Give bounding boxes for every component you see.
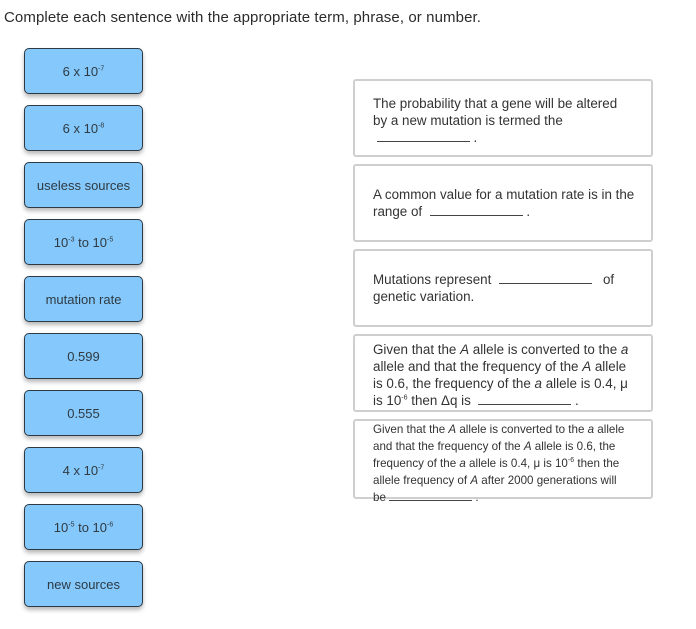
blank-drop-zone[interactable] [389,489,473,501]
tile-label: 4 x 10-7 [62,462,105,478]
sentence-box-4: Given that the A allele is converted to … [353,334,653,412]
answer-bank: 6 x 10-7 6 x 10-8 useless sources 10-3 t… [24,48,143,618]
sentence-text: Given that the A allele is converted to … [373,423,625,504]
answer-tile-new-sources[interactable]: new sources [24,561,143,607]
answer-tile-0-599[interactable]: 0.599 [24,333,143,379]
answer-tile-6x10-7[interactable]: 6 x 10-7 [24,48,143,94]
blank-drop-zone[interactable] [478,393,572,405]
sentence-box-2: A common value for a mutation rate is in… [353,164,653,242]
blank-drop-zone[interactable] [429,204,523,216]
answer-tile-6x10-8[interactable]: 6 x 10-8 [24,105,143,151]
sentence-text: A common value for a mutation rate is in… [373,187,635,219]
tile-label: 6 x 10-8 [62,120,105,136]
answer-tile-0-555[interactable]: 0.555 [24,390,143,436]
sentence-box-1: The probability that a gene will be alte… [353,79,653,157]
blank-drop-zone[interactable] [376,130,470,142]
sentence-text: Given that the A allele is converted to … [373,342,629,408]
tile-label: 0.599 [67,348,100,364]
tile-label: 6 x 10-7 [62,63,105,79]
blank-drop-zone[interactable] [498,272,592,284]
tile-label: 10-3 to 10-5 [53,234,114,250]
tile-label: new sources [47,576,120,592]
sentence-box-3: Mutations represent of genetic variation… [353,249,653,327]
tile-label: 10-5 to 10-6 [53,519,114,535]
answer-tile-useless-sources[interactable]: useless sources [24,162,143,208]
tile-label: useless sources [36,177,131,193]
sentence-box-5: Given that the A allele is converted to … [353,419,653,504]
sentence-list: The probability that a gene will be alte… [353,79,653,506]
tile-label: 0.555 [67,405,100,421]
answer-tile-4x10-7[interactable]: 4 x 10-7 [24,447,143,493]
sentence-text: Mutations represent of genetic variation… [373,272,615,304]
answer-tile-mutation-rate[interactable]: mutation rate [24,276,143,322]
instructions-text: Complete each sentence with the appropri… [4,9,482,26]
answer-tile-10-5-to-10-6[interactable]: 10-5 to 10-6 [24,504,143,550]
tile-label: mutation rate [45,291,122,307]
sentence-text: The probability that a gene will be alte… [373,96,618,145]
answer-tile-10-3-to-10-5[interactable]: 10-3 to 10-5 [24,219,143,265]
